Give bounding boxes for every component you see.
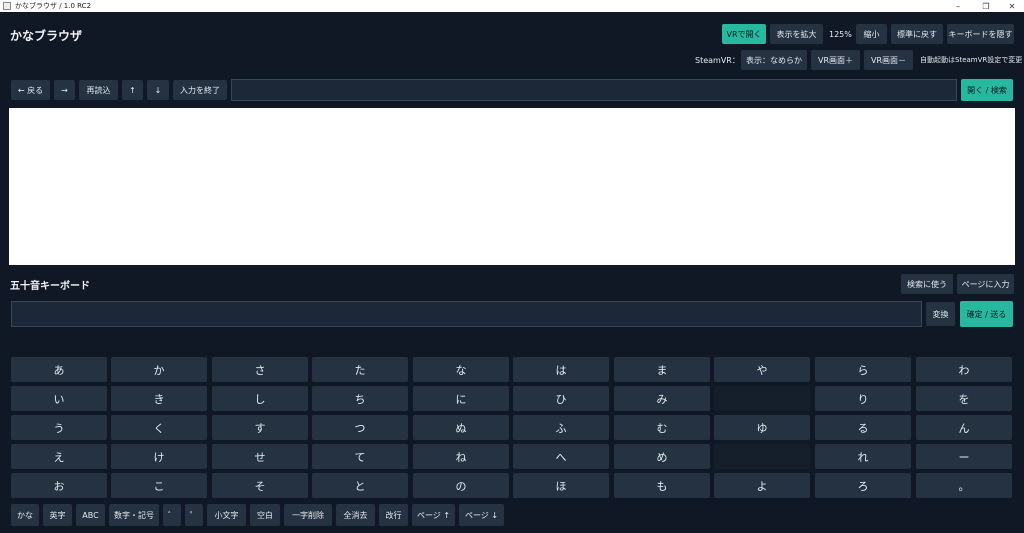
kana-key[interactable]: よ <box>714 473 810 498</box>
kana-key[interactable]: す <box>212 415 308 440</box>
kana-key[interactable]: け <box>111 444 207 469</box>
kana-key[interactable]: 。 <box>916 473 1012 498</box>
open-search-button[interactable]: 開く / 検索 <box>961 79 1013 101</box>
function-key[interactable]: 数字・記号 <box>109 504 159 526</box>
kana-key[interactable]: か <box>111 357 207 382</box>
composition-input[interactable] <box>11 301 922 327</box>
kana-key[interactable]: ー <box>916 444 1012 469</box>
kana-key[interactable]: を <box>916 386 1012 411</box>
kana-key[interactable]: ら <box>815 357 911 382</box>
kana-key[interactable]: の <box>413 473 509 498</box>
function-key[interactable]: ゛ <box>163 504 181 526</box>
function-key[interactable]: ページ ↓ <box>459 504 504 526</box>
autostart-note: 自動起動はSteamVR設定で変更 <box>920 56 1023 64</box>
kana-key[interactable]: な <box>413 357 509 382</box>
window-titlebar: かなブラウザ / 1.0 RC2 – ❐ ✕ <box>0 0 1024 12</box>
kana-key[interactable]: ろ <box>815 473 911 498</box>
kana-key[interactable]: い <box>11 386 107 411</box>
kana-key[interactable]: り <box>815 386 911 411</box>
kana-key[interactable]: せ <box>212 444 308 469</box>
kana-key[interactable]: へ <box>513 444 609 469</box>
kana-key[interactable]: は <box>513 357 609 382</box>
kana-key[interactable]: わ <box>916 357 1012 382</box>
kana-key[interactable]: き <box>111 386 207 411</box>
zoom-out-button[interactable]: 縮小 <box>856 24 887 44</box>
maximize-icon[interactable]: ❐ <box>972 0 1000 12</box>
kana-key[interactable]: あ <box>11 357 107 382</box>
kana-key[interactable]: う <box>11 415 107 440</box>
function-key[interactable]: 小文字 <box>207 504 246 526</box>
kana-key[interactable]: と <box>312 473 408 498</box>
function-key[interactable]: ページ ↑ <box>412 504 455 526</box>
steamvr-label: SteamVR： <box>695 55 740 65</box>
kana-key[interactable]: ふ <box>513 415 609 440</box>
convert-button[interactable]: 変換 <box>926 302 955 326</box>
kana-key[interactable]: み <box>614 386 710 411</box>
kana-key[interactable]: え <box>11 444 107 469</box>
function-key[interactable]: ゜ <box>185 504 203 526</box>
confirm-send-button[interactable]: 確定 / 送る <box>960 301 1013 327</box>
zoom-level: 125% <box>829 29 852 39</box>
kana-key[interactable]: く <box>111 415 207 440</box>
scroll-up-button[interactable]: ↑ <box>122 80 143 100</box>
function-key[interactable]: 一字削除 <box>284 504 332 526</box>
end-input-button[interactable]: 入力を終了 <box>173 80 227 100</box>
app-icon <box>3 2 11 10</box>
kana-key[interactable]: お <box>11 473 107 498</box>
kana-key[interactable]: て <box>312 444 408 469</box>
kana-key[interactable]: ま <box>614 357 710 382</box>
function-key[interactable]: 全消去 <box>336 504 375 526</box>
kana-key[interactable]: つ <box>312 415 408 440</box>
hide-keyboard-button[interactable]: キーボードを隠す <box>947 24 1014 44</box>
kana-key[interactable]: し <box>212 386 308 411</box>
back-button[interactable]: ← 戻る <box>11 80 50 100</box>
kana-key[interactable]: め <box>614 444 710 469</box>
window-title: かなブラウザ / 1.0 RC2 <box>15 2 92 10</box>
url-input[interactable] <box>231 79 957 101</box>
function-key[interactable]: 空白 <box>250 504 280 526</box>
zoom-reset-button[interactable]: 標準に戻す <box>891 24 943 44</box>
display-mode-button[interactable]: 表示：なめらか <box>741 50 807 70</box>
function-key[interactable]: ABC <box>76 504 105 526</box>
kana-key-empty <box>714 444 810 469</box>
kana-key[interactable]: ぬ <box>413 415 509 440</box>
kana-key[interactable]: や <box>714 357 810 382</box>
vr-screen-plus-button[interactable]: VR画面＋ <box>811 50 860 70</box>
kana-key[interactable]: に <box>413 386 509 411</box>
app-title: かなブラウザ <box>10 29 83 43</box>
use-search-button[interactable]: 検索に使う <box>901 274 953 294</box>
kana-key[interactable]: ほ <box>513 473 609 498</box>
kana-key[interactable]: こ <box>111 473 207 498</box>
kana-key[interactable]: れ <box>815 444 911 469</box>
kana-key[interactable]: ゆ <box>714 415 810 440</box>
open-vr-button[interactable]: VRで開く <box>722 24 766 44</box>
scroll-down-button[interactable]: ↓ <box>147 80 169 100</box>
function-key[interactable]: 英字 <box>43 504 72 526</box>
zoom-in-button[interactable]: 表示を拡大 <box>770 24 823 44</box>
reload-button[interactable]: 再読込 <box>79 80 118 100</box>
vr-screen-minus-button[interactable]: VR画面－ <box>864 50 913 70</box>
browser-viewport[interactable] <box>9 108 1015 265</box>
keyboard-title: 五十音キーボード <box>10 281 90 292</box>
kana-key[interactable]: む <box>614 415 710 440</box>
kana-key[interactable]: ね <box>413 444 509 469</box>
kana-key[interactable]: そ <box>212 473 308 498</box>
kana-key[interactable]: ん <box>916 415 1012 440</box>
kana-key[interactable]: ひ <box>513 386 609 411</box>
kana-key[interactable]: さ <box>212 357 308 382</box>
kana-key[interactable]: た <box>312 357 408 382</box>
function-key[interactable]: 改行 <box>379 504 408 526</box>
kana-key-empty <box>714 386 810 411</box>
kana-key[interactable]: ち <box>312 386 408 411</box>
forward-button[interactable]: → <box>54 80 75 100</box>
close-icon[interactable]: ✕ <box>998 0 1024 12</box>
minimize-icon[interactable]: – <box>944 0 972 12</box>
function-key[interactable]: かな <box>11 504 39 526</box>
kana-key[interactable]: る <box>815 415 911 440</box>
kana-key[interactable]: も <box>614 473 710 498</box>
input-page-button[interactable]: ページに入力 <box>957 274 1014 294</box>
